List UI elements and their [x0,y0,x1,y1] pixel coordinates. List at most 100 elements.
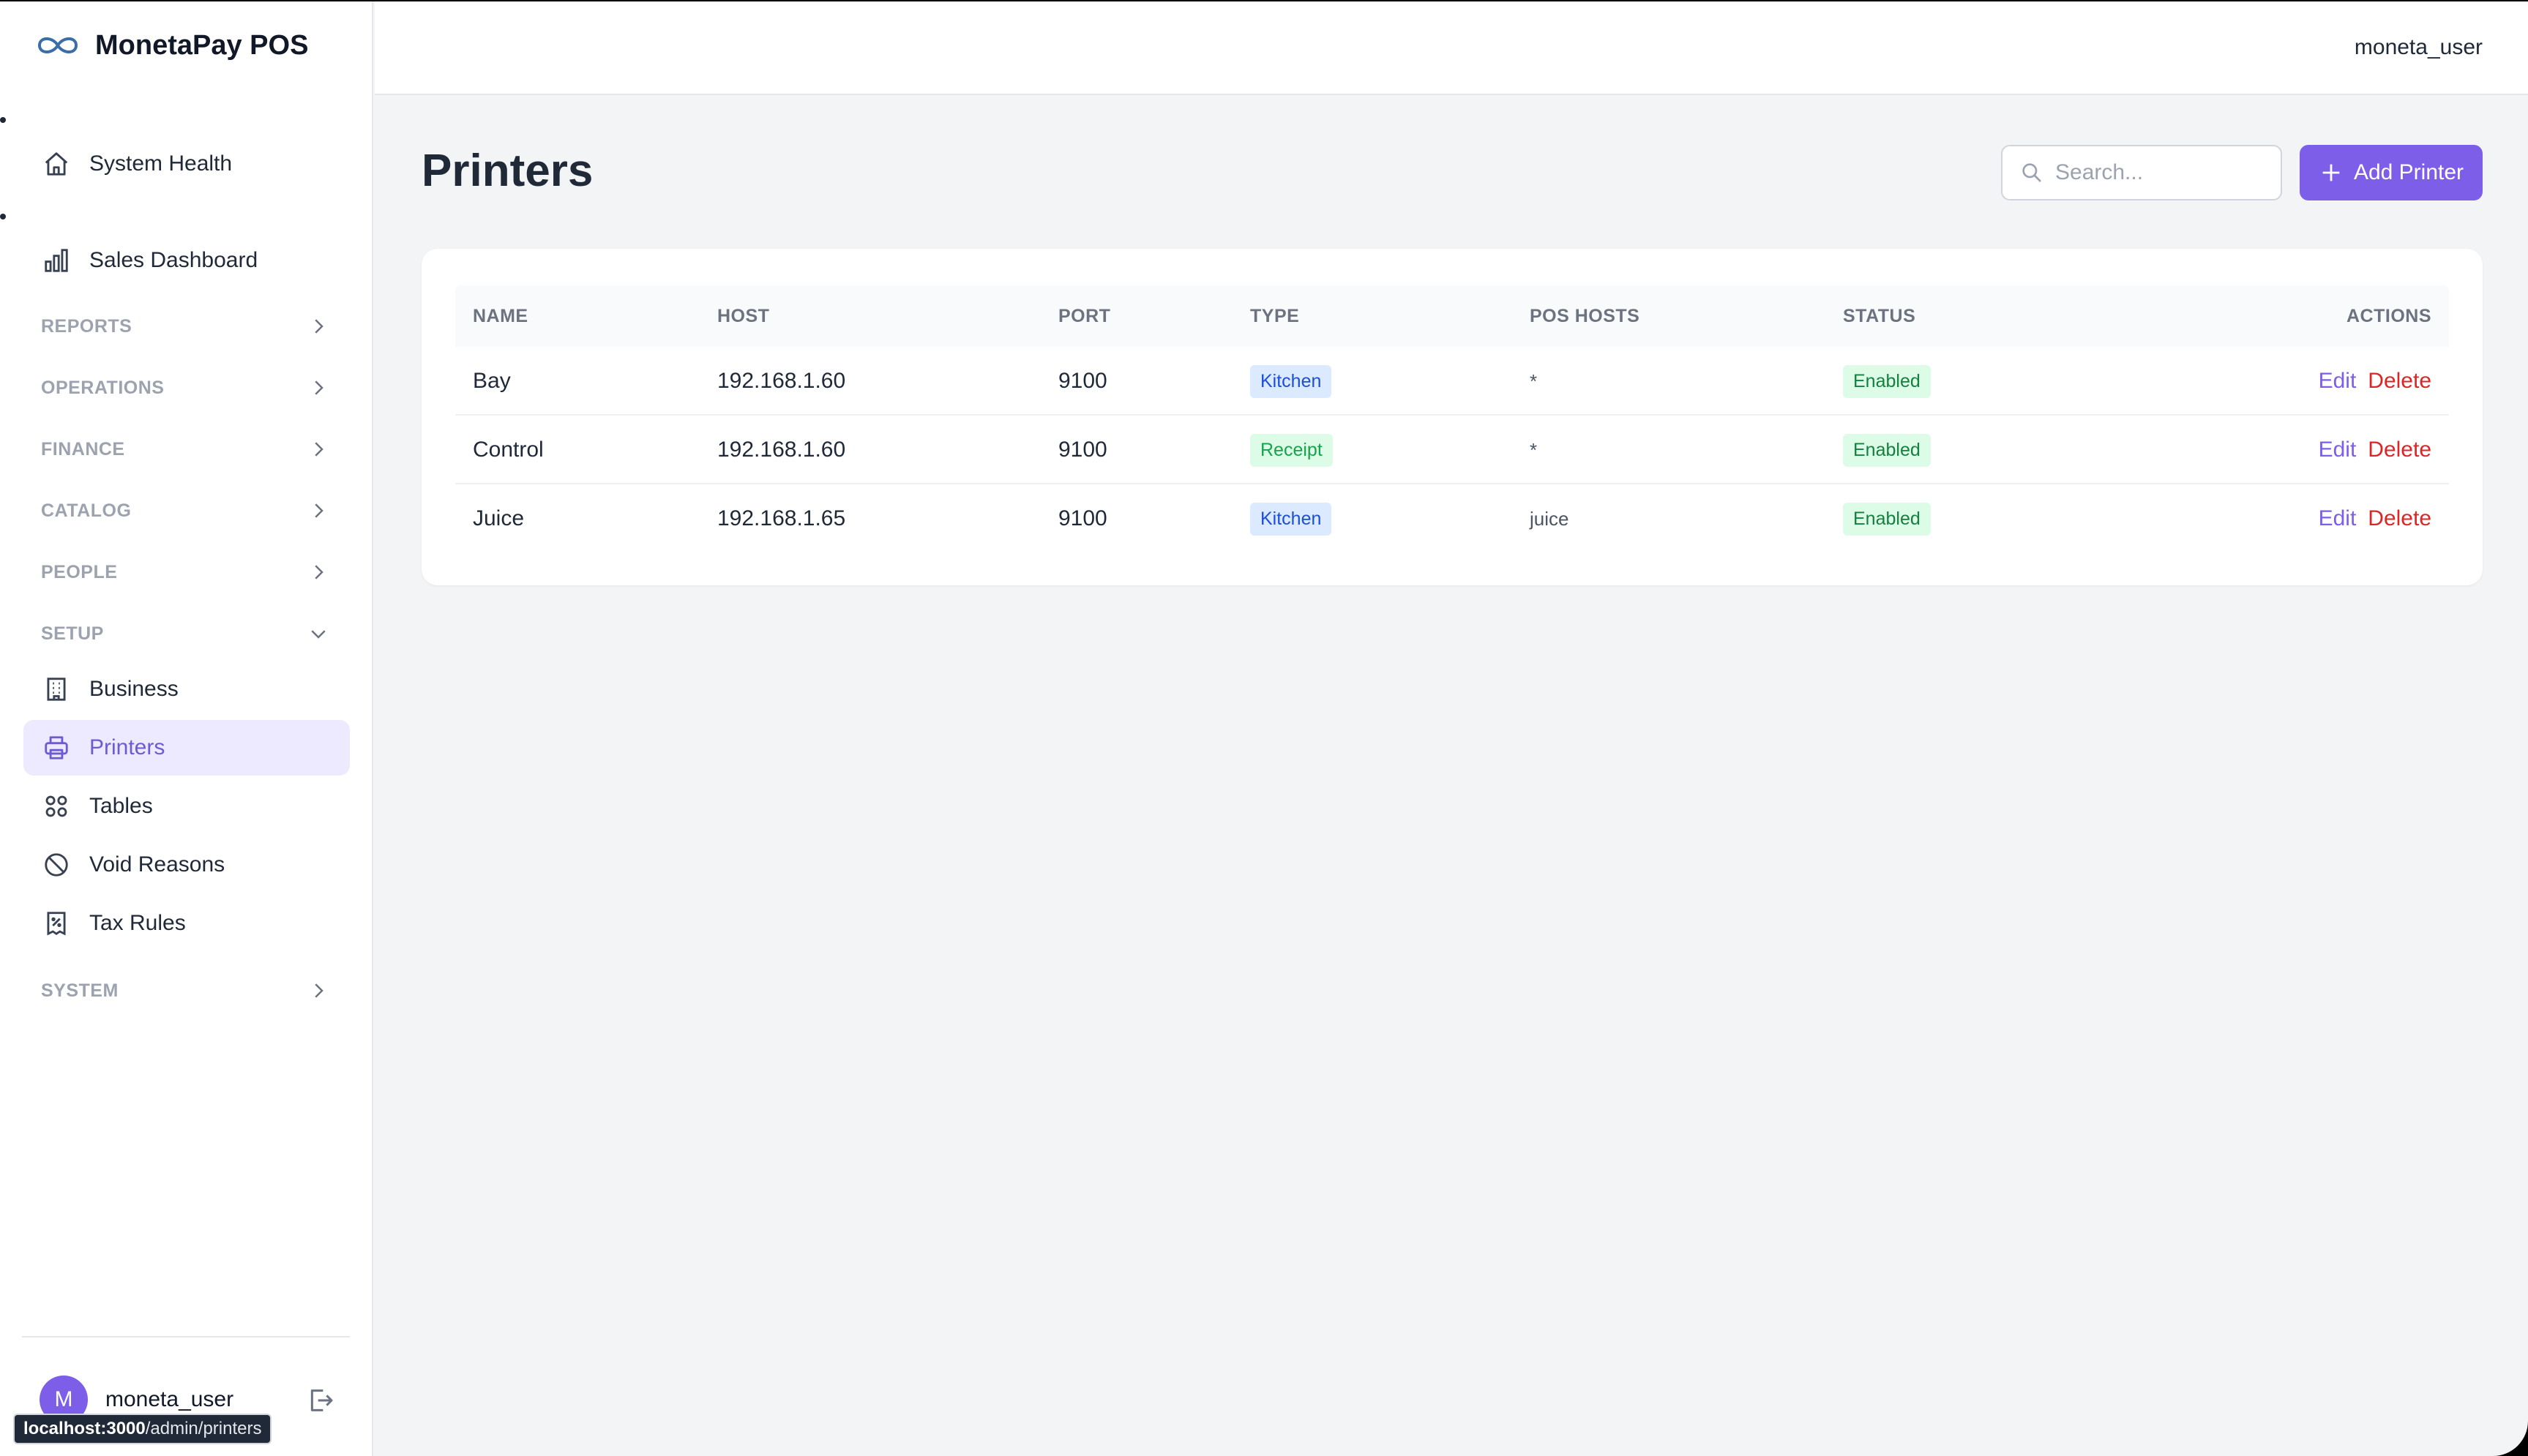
sidebar-item-label: Void Reasons [89,852,225,877]
sidebar-item-label: System Health [89,151,233,176]
page-title: Printers [422,146,594,196]
chevron-right-icon [315,319,324,334]
sidebar-item-tax-rules[interactable]: Tax Rules [23,896,350,951]
chevron-right-icon [315,442,324,457]
section-label: CATALOG [41,500,132,521]
infinity-logo-icon [37,37,78,53]
app-window: MonetaPay POS System Health Sales Dashbo… [0,1,2528,1456]
delete-link[interactable]: Delete [2368,438,2431,462]
chevron-right-icon [315,380,324,395]
section-catalog[interactable]: CATALOG [23,489,350,533]
column-header-actions: ACTIONS [2346,306,2431,326]
delete-link[interactable]: Delete [2368,369,2431,394]
add-printer-button[interactable]: Add Printer [2300,145,2483,200]
chevron-right-icon [315,503,324,518]
sidebar-item-sales-dashboard[interactable]: Sales Dashboard [23,233,350,288]
building-icon [47,678,66,701]
search-input[interactable] [2055,160,2260,185]
table-row: Juice 192.168.1.65 9100 Kitchen juice En… [455,484,2449,553]
edit-link[interactable]: Edit [2319,369,2357,394]
section-label: OPERATIONS [41,377,165,398]
printer-name: Control [473,438,544,462]
sidebar-item-label: Business [89,677,179,701]
section-label: FINANCE [41,438,125,459]
plus-icon [2322,164,2340,181]
pos-hosts: juice [1530,507,1569,530]
url-path: /admin/printers [145,1419,262,1438]
table-header: NAME HOST PORT TYPE POS HOSTS STATUS ACT… [455,285,2449,347]
section-people[interactable]: PEOPLE [23,550,350,594]
column-header-pos-hosts: POS HOSTS [1530,306,1640,326]
status-cell: Enabled [1843,484,1931,553]
column-header-port: PORT [1058,306,1111,326]
sidebar-item-printers[interactable]: Printers [23,720,350,776]
printer-name: Juice [473,506,525,530]
sidebar-item-business[interactable]: Business [23,661,350,717]
chevron-down-icon [311,630,326,639]
printers-table-card: NAME HOST PORT TYPE POS HOSTS STATUS ACT… [422,249,2483,585]
printer-port: 9100 [1058,506,1107,530]
section-finance[interactable]: FINANCE [23,427,350,471]
section-label: PEOPLE [41,561,118,582]
row-actions: Edit Delete [2319,347,2431,416]
sidebar-item-system-health[interactable]: System Health [23,136,350,192]
section-operations[interactable]: OPERATIONS [23,366,350,410]
sidebar-item-label: Tables [89,794,153,818]
section-reports[interactable]: REPORTS [23,304,350,348]
url-host: localhost:3000 [23,1419,146,1438]
printer-name: Bay [473,369,511,393]
column-header-host: HOST [717,306,770,326]
receipt-icon [47,912,66,936]
brand[interactable]: MonetaPay POS [35,23,308,67]
indicator-dot [0,117,6,123]
sidebar-item-label: Sales Dashboard [89,248,258,272]
column-header-name: NAME [473,306,528,326]
printer-host: 192.168.1.65 [717,506,846,530]
printer-icon [45,736,68,759]
printer-port: 9100 [1058,369,1107,393]
app-name: MonetaPay POS [95,29,309,61]
row-actions: Edit Delete [2319,416,2431,484]
sidebar-item-tables[interactable]: Tables [23,778,350,834]
section-label: REPORTS [41,315,132,337]
status-url-tooltip: localhost:3000/admin/printers [13,1414,272,1444]
section-label: SYSTEM [41,980,119,1001]
section-system[interactable]: SYSTEM [23,969,350,1013]
chevron-right-icon [315,983,324,998]
indicator-dot [0,214,6,219]
status-badge: Enabled [1843,433,1931,467]
printer-host: 192.168.1.60 [717,369,846,393]
status-badge: Enabled [1843,364,1931,398]
add-printer-label: Add Printer [2353,160,2464,184]
chevron-right-icon [315,565,324,579]
pos-hosts: * [1530,438,1538,461]
edit-link[interactable]: Edit [2319,438,2357,462]
type-badge: Kitchen [1250,502,1332,536]
ban-icon [45,853,68,877]
header-user-menu[interactable]: moneta_user [2355,35,2483,60]
top-bar: moneta_user [375,1,2528,95]
printer-port: 9100 [1058,438,1107,462]
search-icon [2022,163,2041,182]
type-badge: Kitchen [1250,364,1332,398]
edit-link[interactable]: Edit [2319,506,2357,531]
sidebar-item-label: Tax Rules [89,911,186,935]
section-setup[interactable]: SETUP [23,612,350,656]
sidebar-item-void-reasons[interactable]: Void Reasons [23,837,350,893]
logout-icon[interactable] [306,1386,335,1415]
search-box[interactable] [2001,145,2282,200]
type-cell: Receipt [1250,416,1333,484]
column-header-status: STATUS [1843,306,1916,326]
sidebar-item-label: Printers [89,735,165,759]
table-row: Bay 192.168.1.60 9100 Kitchen * Enabled … [455,347,2449,416]
pos-hosts: * [1530,369,1538,392]
sidebar: MonetaPay POS System Health Sales Dashbo… [0,1,373,1456]
status-cell: Enabled [1843,347,1931,416]
section-label: SETUP [41,623,104,644]
table-row: Control 192.168.1.60 9100 Receipt * Enab… [455,416,2449,484]
type-cell: Kitchen [1250,347,1332,416]
delete-link[interactable]: Delete [2368,506,2431,531]
type-cell: Kitchen [1250,484,1332,553]
row-actions: Edit Delete [2319,484,2431,553]
sidebar-divider [22,1336,350,1337]
